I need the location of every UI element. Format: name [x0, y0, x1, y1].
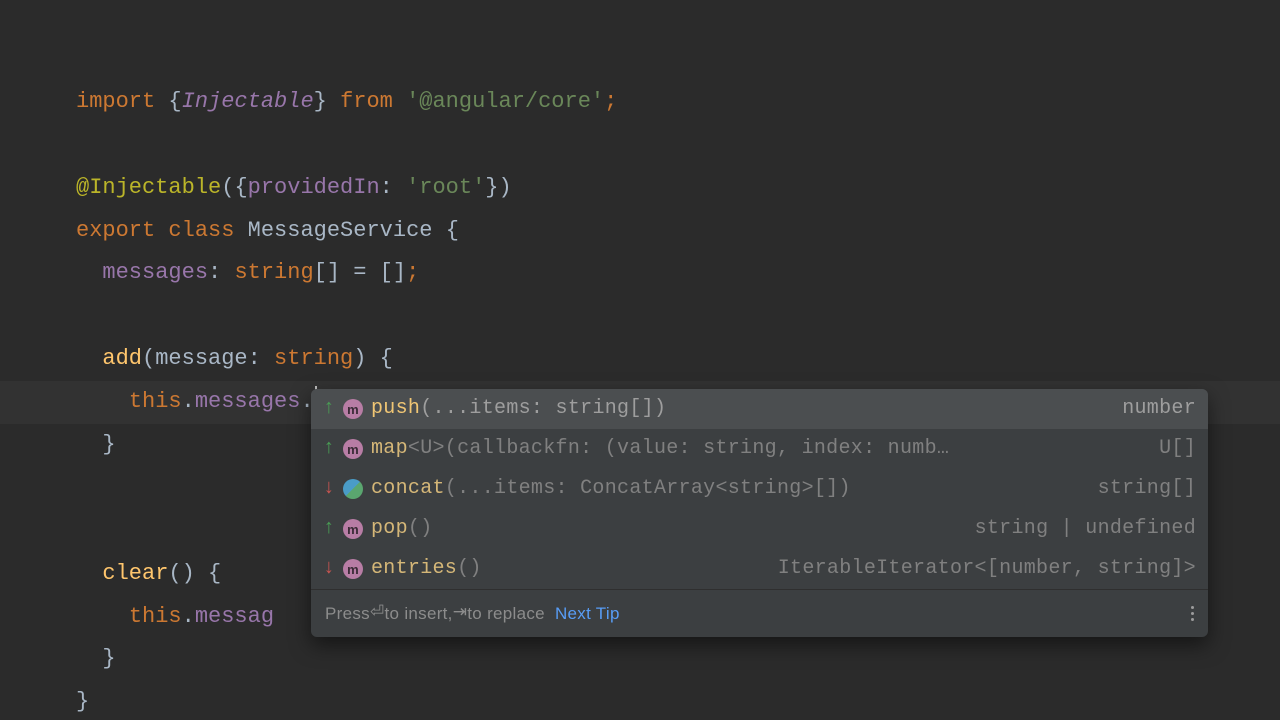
suggestion-signature: (...items: ConcatArray<string>[]): [445, 477, 851, 500]
suggestion-signature: (): [408, 517, 433, 540]
class-name: MessageService: [248, 218, 433, 243]
suggestion-entries[interactable]: ↓ m entries() IterableIterator<[number, …: [311, 549, 1208, 589]
footer-hint-replace: to replace: [467, 605, 545, 622]
brace-open: {: [446, 218, 459, 243]
footer-hint-insert: to insert,: [385, 605, 453, 622]
param-message: message: [155, 346, 247, 371]
keyword-export: export: [76, 218, 155, 243]
brace-open: {: [380, 346, 393, 371]
method-badge-icon: m: [343, 519, 363, 539]
brace-close: }: [102, 646, 115, 671]
array-literal: []: [380, 260, 406, 285]
tab-key-icon: ⇥: [453, 605, 468, 622]
suggestion-return-type: string[]: [1098, 479, 1196, 499]
relevance-down-icon: ↓: [321, 479, 337, 499]
semicolon: ;: [604, 89, 617, 114]
type-string: string: [234, 260, 313, 285]
brackets: []: [314, 260, 340, 285]
type-string: string: [274, 346, 353, 371]
equals: =: [353, 260, 366, 285]
brace-close: }: [76, 689, 89, 714]
colon: :: [380, 175, 393, 200]
brace-close: }: [485, 175, 498, 200]
paren-close: ): [499, 175, 512, 200]
dot: .: [182, 389, 195, 414]
brace-open: {: [234, 175, 247, 200]
enter-key-icon: ⏎: [370, 605, 385, 622]
method-clear: clear: [102, 561, 168, 586]
member-messages-partial: messag: [195, 604, 274, 629]
relevance-up-icon: ↑: [321, 519, 337, 539]
colon: :: [248, 346, 261, 371]
string-module: '@angular/core': [406, 89, 604, 114]
paren-close: ): [353, 346, 366, 371]
suggestion-return-type: IterableIterator<[number, string]>: [778, 559, 1196, 579]
suggestion-name: pop: [371, 517, 408, 540]
brace-close: }: [314, 89, 327, 114]
relevance-up-icon: ↑: [321, 439, 337, 459]
method-badge-icon: [343, 479, 363, 499]
suggestion-signature: <U>(callbackfn: (value: string, index: n…: [408, 437, 949, 460]
semicolon: ;: [406, 260, 419, 285]
field-messages: messages: [102, 260, 208, 285]
keyword-class: class: [168, 218, 234, 243]
keyword-this: this: [129, 389, 182, 414]
keyword-import: import: [76, 89, 155, 114]
paren-open: (: [142, 346, 155, 371]
colon: :: [208, 260, 221, 285]
suggestion-name: concat: [371, 477, 445, 500]
next-tip-link[interactable]: Next Tip: [555, 605, 620, 622]
method-add: add: [102, 346, 142, 371]
identifier-injectable: Injectable: [182, 89, 314, 114]
suggestion-return-type: string | undefined: [975, 519, 1196, 539]
method-badge-icon: m: [343, 559, 363, 579]
method-badge-icon: m: [343, 439, 363, 459]
keyword-from: from: [340, 89, 393, 114]
member-messages: messages: [195, 389, 301, 414]
dot: .: [182, 604, 195, 629]
keyword-this: this: [129, 604, 182, 629]
relevance-down-icon: ↓: [321, 559, 337, 579]
popup-footer: Press ⏎ to insert, ⇥ to replace Next Tip: [311, 589, 1208, 637]
brace-open: {: [208, 561, 221, 586]
string-root: 'root': [406, 175, 485, 200]
property-providedin: providedIn: [248, 175, 380, 200]
parens: (): [168, 561, 194, 586]
suggestion-name: push: [371, 397, 420, 420]
suggestion-return-type: U[]: [1159, 439, 1196, 459]
paren-open: (: [221, 175, 234, 200]
suggestion-concat[interactable]: ↓ concat(...items: ConcatArray<string>[]…: [311, 469, 1208, 509]
decorator-name: Injectable: [89, 175, 221, 200]
decorator-at: @: [76, 175, 89, 200]
relevance-up-icon: ↑: [321, 399, 337, 419]
footer-hint-prefix: Press: [325, 605, 370, 622]
suggestion-name: entries: [371, 557, 457, 580]
suggestion-map[interactable]: ↑ m map<U>(callbackfn: (value: string, i…: [311, 429, 1208, 469]
brace-open: {: [168, 89, 181, 114]
suggestion-signature: (): [457, 557, 482, 580]
suggestion-pop[interactable]: ↑ m pop() string | undefined: [311, 509, 1208, 549]
suggestion-signature: (...items: string[]): [420, 397, 666, 420]
method-badge-icon: m: [343, 399, 363, 419]
brace-close: }: [102, 432, 115, 457]
suggestion-push[interactable]: ↑ m push(...items: string[]) number: [311, 389, 1208, 429]
suggestion-return-type: number: [1122, 399, 1196, 419]
suggestion-name: map: [371, 437, 408, 460]
autocomplete-popup[interactable]: ↑ m push(...items: string[]) number ↑ m …: [311, 389, 1208, 637]
more-options-icon[interactable]: [1191, 606, 1194, 621]
